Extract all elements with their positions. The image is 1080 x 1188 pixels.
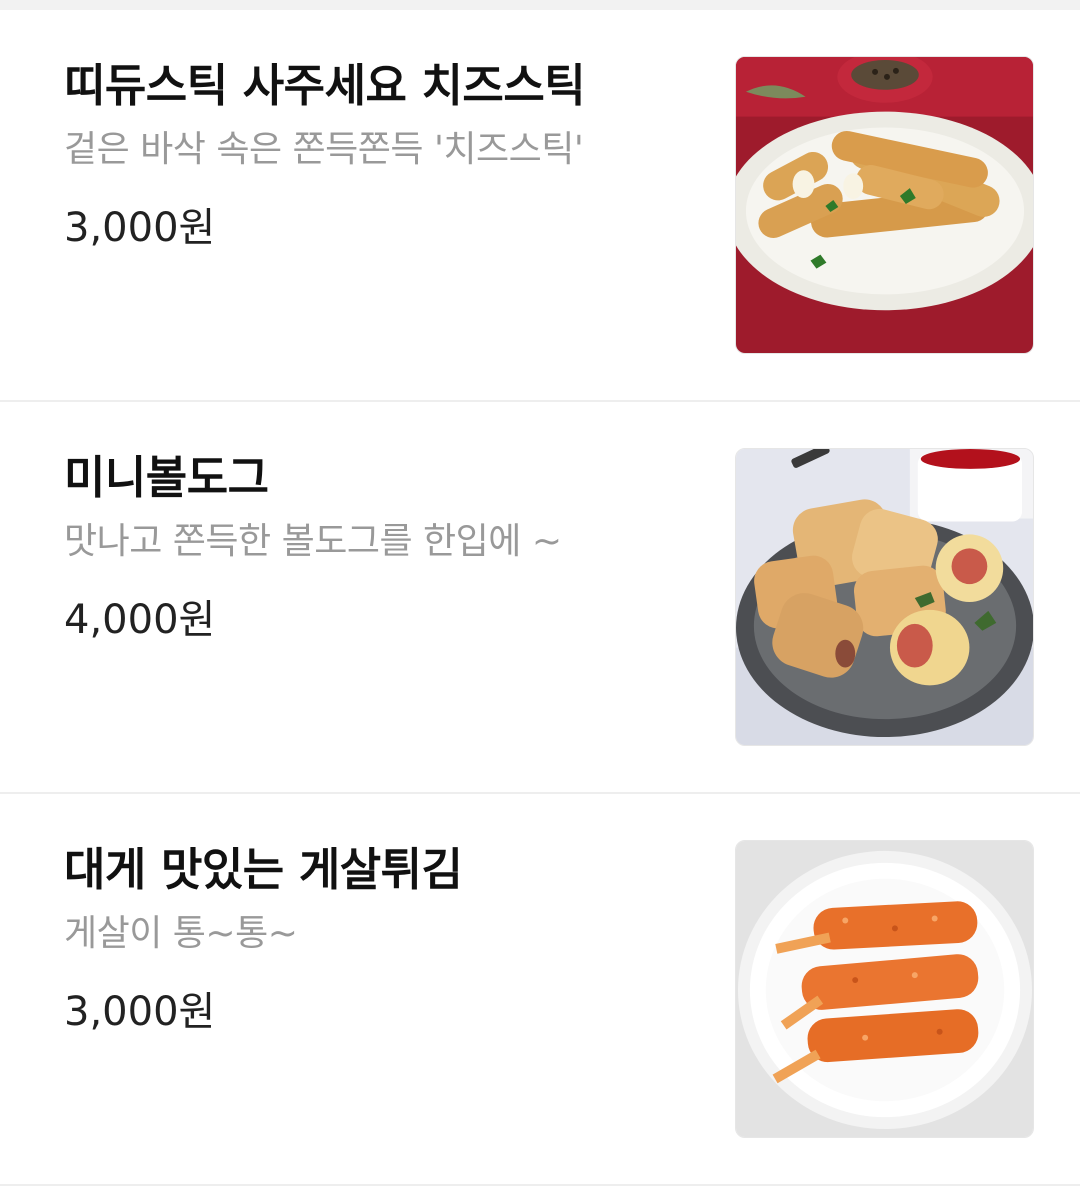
menu-item-text: 미니볼도그 맛나고 쫀득한 볼도그를 한입에 ~ 4,000원 [64,446,704,648]
menu-item-description: 게살이 통~통~ [64,913,298,954]
menu-item-text: 대게 맛있는 게살튀김 게살이 통~통~ 3,000원 [64,838,704,1040]
menu-item-name: 미니볼도그 [64,451,269,504]
mini-ball-dog-photo[interactable] [735,448,1034,746]
crab-stick-fry-photo[interactable] [735,840,1034,1138]
menu-item-description: 맛나고 쫀득한 볼도그를 한입에 ~ [64,521,562,562]
cheese-stick-photo[interactable] [735,56,1034,354]
menu-item-text: 띠듀스틱 사주세요 치즈스틱 겉은 바삭 속은 쫀득쫀득 '치즈스틱' 3,00… [64,54,704,256]
menu-item-crab-stick-fry[interactable]: 대게 맛있는 게살튀김 게살이 통~통~ 3,000원 [0,794,1080,1186]
menu-item-description: 겉은 바삭 속은 쫀득쫀득 '치즈스틱' [64,129,584,170]
menu-item-mini-ball-dog[interactable]: 미니볼도그 맛나고 쫀득한 볼도그를 한입에 ~ 4,000원 [0,402,1080,794]
top-divider [0,0,1080,10]
menu-item-price: 3,000원 [64,989,216,1035]
menu-list: 띠듀스틱 사주세요 치즈스틱 겉은 바삭 속은 쫀득쫀득 '치즈스틱' 3,00… [0,10,1080,1186]
menu-item-name: 띠듀스틱 사주세요 치즈스틱 [64,59,586,112]
menu-item-price: 4,000원 [64,597,216,643]
menu-item-cheese-stick[interactable]: 띠듀스틱 사주세요 치즈스틱 겉은 바삭 속은 쫀득쫀득 '치즈스틱' 3,00… [0,10,1080,402]
menu-item-name: 대게 맛있는 게살튀김 [64,843,463,896]
menu-item-price: 3,000원 [64,205,216,251]
